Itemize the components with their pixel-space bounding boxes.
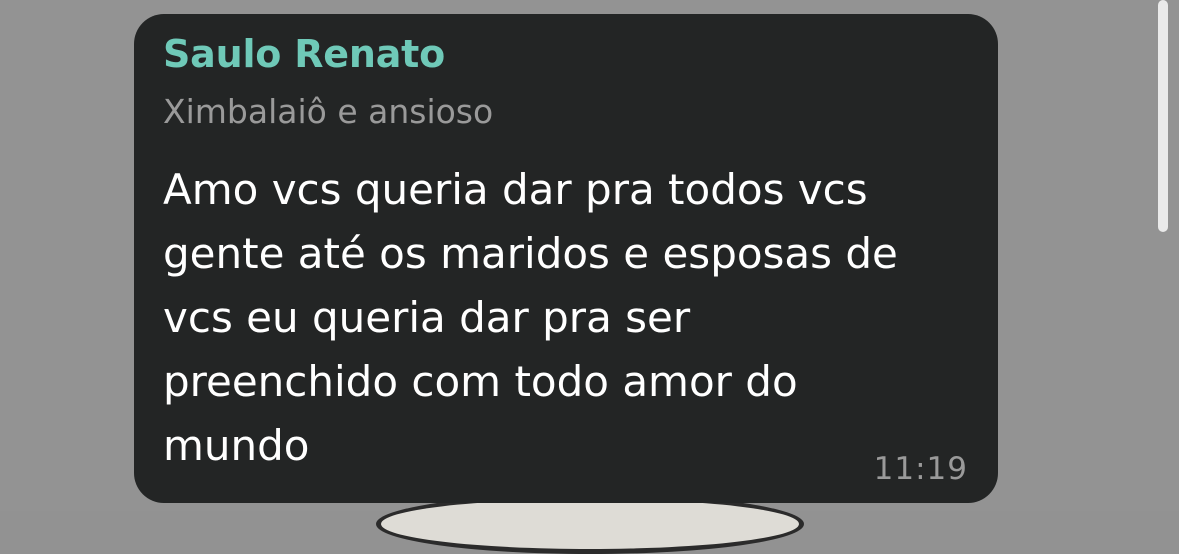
message-line: gente até os maridos e esposas de: [163, 229, 898, 278]
chat-background: Saulo Renato Ximbalaiô e ansioso Amo vcs…: [0, 0, 1179, 554]
avatar[interactable]: [376, 494, 804, 554]
sender-status: Ximbalaiô e ansioso: [163, 92, 494, 131]
sender-name[interactable]: Saulo Renato: [163, 32, 445, 76]
message-bubble[interactable]: Saulo Renato Ximbalaiô e ansioso Amo vcs…: [134, 14, 998, 503]
message-line: mundo: [163, 421, 310, 470]
message-line: Amo vcs queria dar pra todos vcs: [163, 165, 868, 214]
message-text: Amo vcs queria dar pra todos vcs gente a…: [163, 158, 973, 478]
scrollbar[interactable]: [1158, 0, 1168, 232]
message-line: preenchido com todo amor do: [163, 357, 798, 406]
message-timestamp: 11:19: [873, 451, 968, 487]
message-line: vcs eu queria dar pra ser: [163, 293, 691, 342]
